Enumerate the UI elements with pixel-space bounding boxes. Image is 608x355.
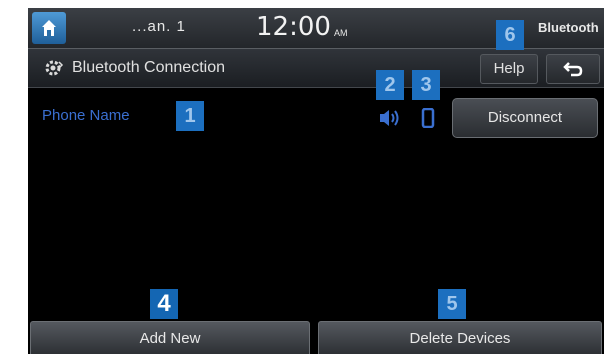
signal-status: ...an. 1 bbox=[132, 18, 186, 35]
back-arrow-icon bbox=[563, 62, 583, 77]
add-new-button[interactable]: Add New bbox=[30, 321, 310, 354]
delete-devices-button[interactable]: Delete Devices bbox=[318, 321, 602, 354]
bluetooth-audio-icon bbox=[380, 110, 399, 126]
callout-audio-icon: 2 bbox=[376, 70, 404, 100]
home-icon bbox=[42, 20, 56, 36]
clock: 12:00 bbox=[256, 12, 331, 42]
callout-add-new: 4 bbox=[150, 289, 178, 319]
callout-delete-devices: 5 bbox=[438, 289, 466, 319]
home-button[interactable] bbox=[32, 12, 66, 44]
phone-icon bbox=[421, 108, 435, 128]
disconnect-button[interactable]: Disconnect bbox=[452, 98, 598, 138]
bluetooth-settings-icon bbox=[45, 60, 64, 76]
clock-ampm: AM bbox=[334, 28, 348, 38]
back-button[interactable] bbox=[546, 54, 600, 84]
infotainment-screen: ...an. 1 12:00 AM Bluetooth Bluetooth Co… bbox=[28, 8, 604, 354]
bluetooth-status: Bluetooth bbox=[538, 20, 599, 35]
help-button[interactable]: Help bbox=[480, 54, 538, 84]
callout-handsfree-icon: 3 bbox=[412, 70, 440, 100]
page-title: Bluetooth Connection bbox=[72, 59, 225, 76]
title-bar: Bluetooth Connection Help bbox=[28, 49, 604, 88]
callout-phone-name: 1 bbox=[176, 101, 204, 131]
phone-name-label[interactable]: Phone Name bbox=[42, 107, 130, 124]
callout-help: 6 bbox=[496, 20, 524, 50]
